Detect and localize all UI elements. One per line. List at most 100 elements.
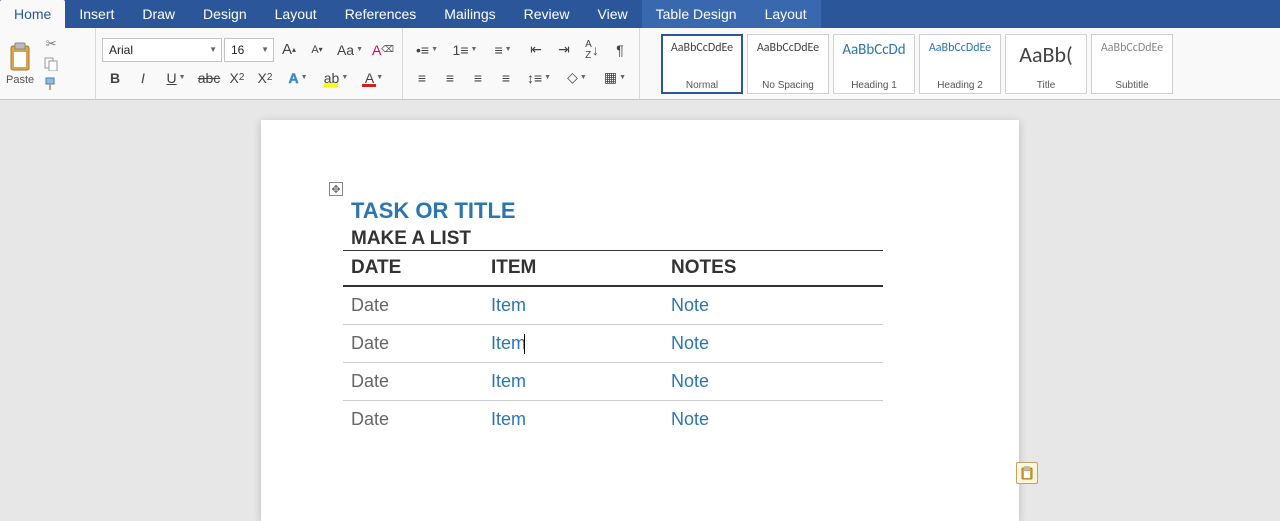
style-preview: AaBb( bbox=[1019, 41, 1072, 68]
style-name-label: Title bbox=[1037, 80, 1056, 91]
style-preview: AaBbCcDd bbox=[842, 41, 905, 59]
cell-date[interactable]: Date bbox=[343, 325, 483, 363]
highlight-button[interactable]: ab▼ bbox=[318, 66, 354, 90]
underline-button[interactable]: U▼ bbox=[158, 66, 194, 90]
table-row[interactable]: DateItemNote bbox=[343, 325, 883, 363]
style-heading-2[interactable]: AaBbCcDdEeHeading 2 bbox=[919, 34, 1001, 94]
group-styles: AaBbCcDdEeNormalAaBbCcDdEeNo SpacingAaBb… bbox=[640, 28, 1280, 99]
bullets-icon: •≡ bbox=[416, 42, 429, 58]
tab-insert[interactable]: Insert bbox=[65, 0, 128, 28]
tab-table-design[interactable]: Table Design bbox=[642, 0, 751, 28]
show-marks-button[interactable]: ¶ bbox=[607, 38, 633, 62]
italic-button[interactable]: I bbox=[130, 66, 156, 90]
superscript-button[interactable]: X2 bbox=[252, 66, 278, 90]
clipboard-small-icon bbox=[1020, 466, 1034, 480]
align-center-button[interactable]: ≡ bbox=[437, 66, 463, 90]
grow-font-button[interactable]: A▴ bbox=[276, 38, 302, 62]
chevron-down-icon: ▼ bbox=[261, 45, 269, 54]
shrink-font-button[interactable]: A▾ bbox=[304, 38, 330, 62]
style-name-label: Heading 1 bbox=[851, 80, 897, 91]
tab-mailings[interactable]: Mailings bbox=[430, 0, 509, 28]
line-spacing-button[interactable]: ↕≡▼ bbox=[521, 66, 557, 90]
bold-button[interactable]: B bbox=[102, 66, 128, 90]
copy-button[interactable] bbox=[42, 55, 60, 73]
cell-date[interactable]: Date bbox=[343, 363, 483, 401]
text-effects-button[interactable]: A▼ bbox=[280, 66, 316, 90]
tab-view[interactable]: View bbox=[584, 0, 642, 28]
tab-design[interactable]: Design bbox=[189, 0, 261, 28]
sort-button[interactable]: AZ↓ bbox=[579, 38, 605, 62]
table-row[interactable]: DateItemNote bbox=[343, 286, 883, 325]
cell-note[interactable]: Note bbox=[663, 286, 883, 325]
tab-home[interactable]: Home bbox=[0, 0, 65, 28]
font-size-combo[interactable]: 16 ▼ bbox=[224, 38, 274, 62]
bullets-button[interactable]: •≡▼ bbox=[409, 38, 445, 62]
font-name-combo[interactable]: Arial ▼ bbox=[102, 38, 222, 62]
decrease-indent-button[interactable]: ⇤ bbox=[523, 38, 549, 62]
doc-subtitle[interactable]: MAKE A LIST bbox=[343, 228, 937, 250]
cell-date[interactable]: Date bbox=[343, 401, 483, 439]
borders-button[interactable]: ▦▼ bbox=[597, 66, 633, 90]
cell-note[interactable]: Note bbox=[663, 325, 883, 363]
paste-label: Paste bbox=[6, 74, 34, 86]
style-no-spacing[interactable]: AaBbCcDdEe No Spacing bbox=[747, 34, 829, 94]
style-name-label: Heading 2 bbox=[937, 80, 983, 91]
col-notes-header[interactable]: NOTES bbox=[663, 251, 883, 287]
cut-button[interactable]: ✂ bbox=[42, 35, 60, 53]
table-move-handle[interactable]: ✥ bbox=[329, 182, 343, 196]
chevron-down-icon: ▼ bbox=[209, 45, 217, 54]
ribbon: Paste ✂ Arial ▼ 16 ▼ A▴ bbox=[0, 28, 1280, 100]
style-subtitle[interactable]: AaBbCcDdEeSubtitle bbox=[1091, 34, 1173, 94]
tab-draw[interactable]: Draw bbox=[128, 0, 189, 28]
caret-down-icon: ▾ bbox=[319, 45, 323, 54]
style-preview: AaBbCcDdEe bbox=[757, 41, 819, 55]
cell-date[interactable]: Date bbox=[343, 286, 483, 325]
tab-layout-context[interactable]: Layout bbox=[751, 0, 821, 28]
task-table[interactable]: DATE ITEM NOTES DateItemNoteDateItemNote… bbox=[343, 250, 883, 438]
tab-references[interactable]: References bbox=[331, 0, 431, 28]
cell-note[interactable]: Note bbox=[663, 401, 883, 439]
clear-formatting-button[interactable]: A⌫ bbox=[370, 38, 396, 62]
paste-options-button[interactable] bbox=[1016, 462, 1038, 484]
tab-layout[interactable]: Layout bbox=[261, 0, 331, 28]
change-case-button[interactable]: Aa▼ bbox=[332, 38, 368, 62]
cell-item[interactable]: Item bbox=[483, 325, 663, 363]
doc-title[interactable]: TASK OR TITLE bbox=[343, 198, 937, 224]
indent-icon: ⇥ bbox=[558, 41, 570, 58]
tab-review[interactable]: Review bbox=[510, 0, 584, 28]
style-title[interactable]: AaBb( Title bbox=[1005, 34, 1087, 94]
outdent-icon: ⇤ bbox=[530, 41, 542, 58]
justify-button[interactable]: ≡ bbox=[493, 66, 519, 90]
table-row[interactable]: DateItemNote bbox=[343, 363, 883, 401]
style-name-label: No Spacing bbox=[762, 80, 814, 91]
font-color-button[interactable]: A▼ bbox=[356, 66, 392, 90]
pilcrow-icon: ¶ bbox=[616, 42, 624, 58]
align-right-button[interactable]: ≡ bbox=[465, 66, 491, 90]
paste-button[interactable]: Paste bbox=[6, 42, 34, 86]
table-row[interactable]: DateItemNote bbox=[343, 401, 883, 439]
strikethrough-button[interactable]: abc bbox=[196, 66, 222, 90]
page[interactable]: ✥ TASK OR TITLE MAKE A LIST DATE ITEM NO… bbox=[261, 120, 1019, 521]
style-normal[interactable]: AaBbCcDdEeNormal bbox=[661, 34, 743, 94]
bucket-icon: ◇ bbox=[567, 69, 578, 86]
style-heading-1[interactable]: AaBbCcDd Heading 1 bbox=[833, 34, 915, 94]
increase-indent-button[interactable]: ⇥ bbox=[551, 38, 577, 62]
cell-item[interactable]: Item bbox=[483, 401, 663, 439]
group-font: Arial ▼ 16 ▼ A▴ A▾ Aa▼ A⌫ B I U▼ abc X2 … bbox=[96, 28, 403, 99]
cell-item[interactable]: Item bbox=[483, 363, 663, 401]
shading-button[interactable]: ◇▼ bbox=[559, 66, 595, 90]
group-clipboard: Paste ✂ bbox=[0, 28, 96, 99]
subscript-button[interactable]: X2 bbox=[224, 66, 250, 90]
align-left-button[interactable]: ≡ bbox=[409, 66, 435, 90]
document-area: ✥ TASK OR TITLE MAKE A LIST DATE ITEM NO… bbox=[0, 100, 1280, 521]
cell-item[interactable]: Item bbox=[483, 286, 663, 325]
multilevel-icon: ≡ bbox=[494, 42, 502, 58]
font-size-value: 16 bbox=[231, 43, 244, 57]
col-date-header[interactable]: DATE bbox=[343, 251, 483, 287]
multilevel-list-button[interactable]: ≡▼ bbox=[485, 38, 521, 62]
col-item-header[interactable]: ITEM bbox=[483, 251, 663, 287]
numbering-button[interactable]: 1≡▼ bbox=[447, 38, 483, 62]
format-painter-button[interactable] bbox=[42, 75, 60, 93]
cell-note[interactable]: Note bbox=[663, 363, 883, 401]
style-name-label: Subtitle bbox=[1115, 80, 1148, 91]
